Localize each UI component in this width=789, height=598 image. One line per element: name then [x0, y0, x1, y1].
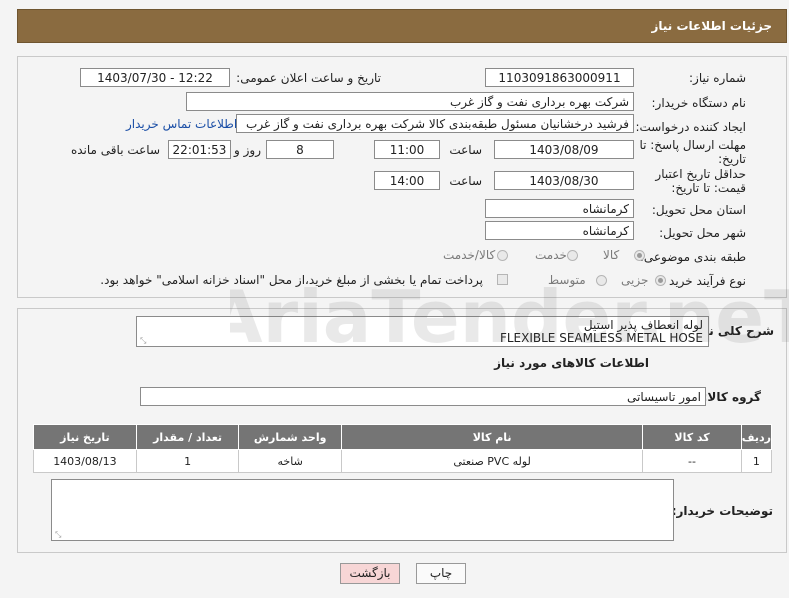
payment-note: پرداخت تمام یا بخشی از مبلغ خرید،از محل …	[100, 273, 483, 287]
creator-field: فرشید درخشانیان مسئول طبقه‌بندی کالا شرک…	[236, 114, 634, 133]
summary-field: لوله انعطاف پذیر استیل FLEXIBLE SEAMLESS…	[136, 316, 709, 347]
buyer-notes-label: توضیحات خریدار:	[671, 504, 773, 518]
page-header: جزئیات اطلاعات نیاز	[17, 9, 787, 43]
process-option-medium: متوسط	[548, 273, 586, 287]
cell-code: --	[642, 449, 742, 473]
category-radio-service[interactable]	[567, 250, 578, 261]
goods-table: ردیف کد کالا نام کالا واحد شمارش تعداد /…	[33, 424, 773, 473]
buyer-org-field: شرکت بهره برداری نفت و گاز غرب	[186, 92, 634, 111]
payment-checkbox[interactable]	[497, 274, 508, 285]
category-option-goods-service: کالا/خدمت	[443, 248, 496, 262]
category-radio-goods-service[interactable]	[497, 250, 508, 261]
resize-grip-icon: ⤡	[140, 336, 147, 345]
buyer-org-label: نام دستگاه خریدار:	[651, 96, 747, 110]
category-radio-goods[interactable]	[634, 250, 645, 261]
cell-quantity: 1	[135, 449, 240, 473]
print-button[interactable]: چاپ	[416, 563, 466, 584]
page-title: جزئیات اطلاعات نیاز	[651, 19, 772, 33]
col-quantity: تعداد / مقدار	[135, 424, 240, 450]
col-code: کد کالا	[642, 424, 742, 450]
category-option-goods: کالا	[603, 248, 620, 262]
creator-label: ایجاد کننده درخواست:	[635, 120, 746, 134]
resize-grip-icon: ⤡	[55, 530, 62, 539]
process-radio-medium[interactable]	[596, 275, 607, 286]
announce-field: 1403/07/30 - 12:22	[80, 68, 230, 87]
buyer-notes-field[interactable]: ⤡	[51, 479, 674, 541]
cell-name: لوله PVC صنعتی	[340, 449, 644, 473]
need-number-label: شماره نیاز:	[689, 71, 746, 85]
province-label: استان محل تحویل:	[651, 203, 746, 217]
deadline-time-field: 11:00	[374, 140, 440, 159]
category-label: طبقه بندی موضوعی:	[639, 250, 746, 264]
col-name: نام کالا	[340, 424, 644, 450]
category-option-service: خدمت	[535, 248, 567, 262]
col-row: ردیف	[740, 424, 773, 450]
city-label: شهر محل تحویل:	[659, 226, 746, 240]
validity-label: حداقل تاریخ اعتبار قیمت: تا تاریخ:	[655, 167, 746, 195]
deadline-date-field: 1403/08/09	[494, 140, 634, 159]
day-and-label: روز و	[234, 143, 261, 157]
cell-unit: شاخه	[238, 449, 342, 473]
goods-table-header: ردیف کد کالا نام کالا واحد شمارش تعداد /…	[33, 424, 773, 450]
cell-need-date: 1403/08/13	[33, 449, 137, 473]
need-number-field: 1103091863000911	[485, 68, 634, 87]
process-option-minor: جزیی	[621, 273, 649, 287]
table-row: 1 -- لوله PVC صنعتی شاخه 1 1403/08/13	[33, 449, 773, 473]
cell-row: 1	[740, 449, 773, 473]
goods-group-field: امور تاسیساتی	[140, 387, 706, 406]
city-field: کرمانشاه	[485, 221, 634, 240]
process-label: نوع فرآیند خرید :	[661, 274, 746, 288]
contact-buyer-link[interactable]: اطلاعات تماس خریدار	[126, 117, 237, 131]
province-field: کرمانشاه	[485, 199, 634, 218]
back-button[interactable]: بازگشت	[340, 563, 400, 584]
hours-remaining-field: 22:01:53	[168, 140, 231, 159]
validity-time-field: 14:00	[374, 171, 440, 190]
deadline-label: مهلت ارسال پاسخ: تا تاریخ:	[639, 138, 746, 166]
validity-time-label: ساعت	[449, 174, 482, 188]
goods-section-title: اطلاعات کالاهای مورد نیاز	[494, 356, 649, 370]
process-radio-minor[interactable]	[655, 275, 666, 286]
remaining-label: ساعت باقی مانده	[70, 143, 160, 157]
goods-group-label: گروه کالا:	[702, 390, 761, 404]
col-unit: واحد شمارش	[238, 424, 342, 450]
days-remaining-field: 8	[266, 140, 334, 159]
validity-date-field: 1403/08/30	[494, 171, 634, 190]
announce-label: تاریخ و ساعت اعلان عمومی:	[236, 71, 381, 85]
deadline-time-label: ساعت	[449, 143, 482, 157]
col-need-date: تاریخ نیاز	[33, 424, 137, 450]
summary-line-2: FLEXIBLE SEAMLESS METAL HOSE	[499, 331, 703, 345]
